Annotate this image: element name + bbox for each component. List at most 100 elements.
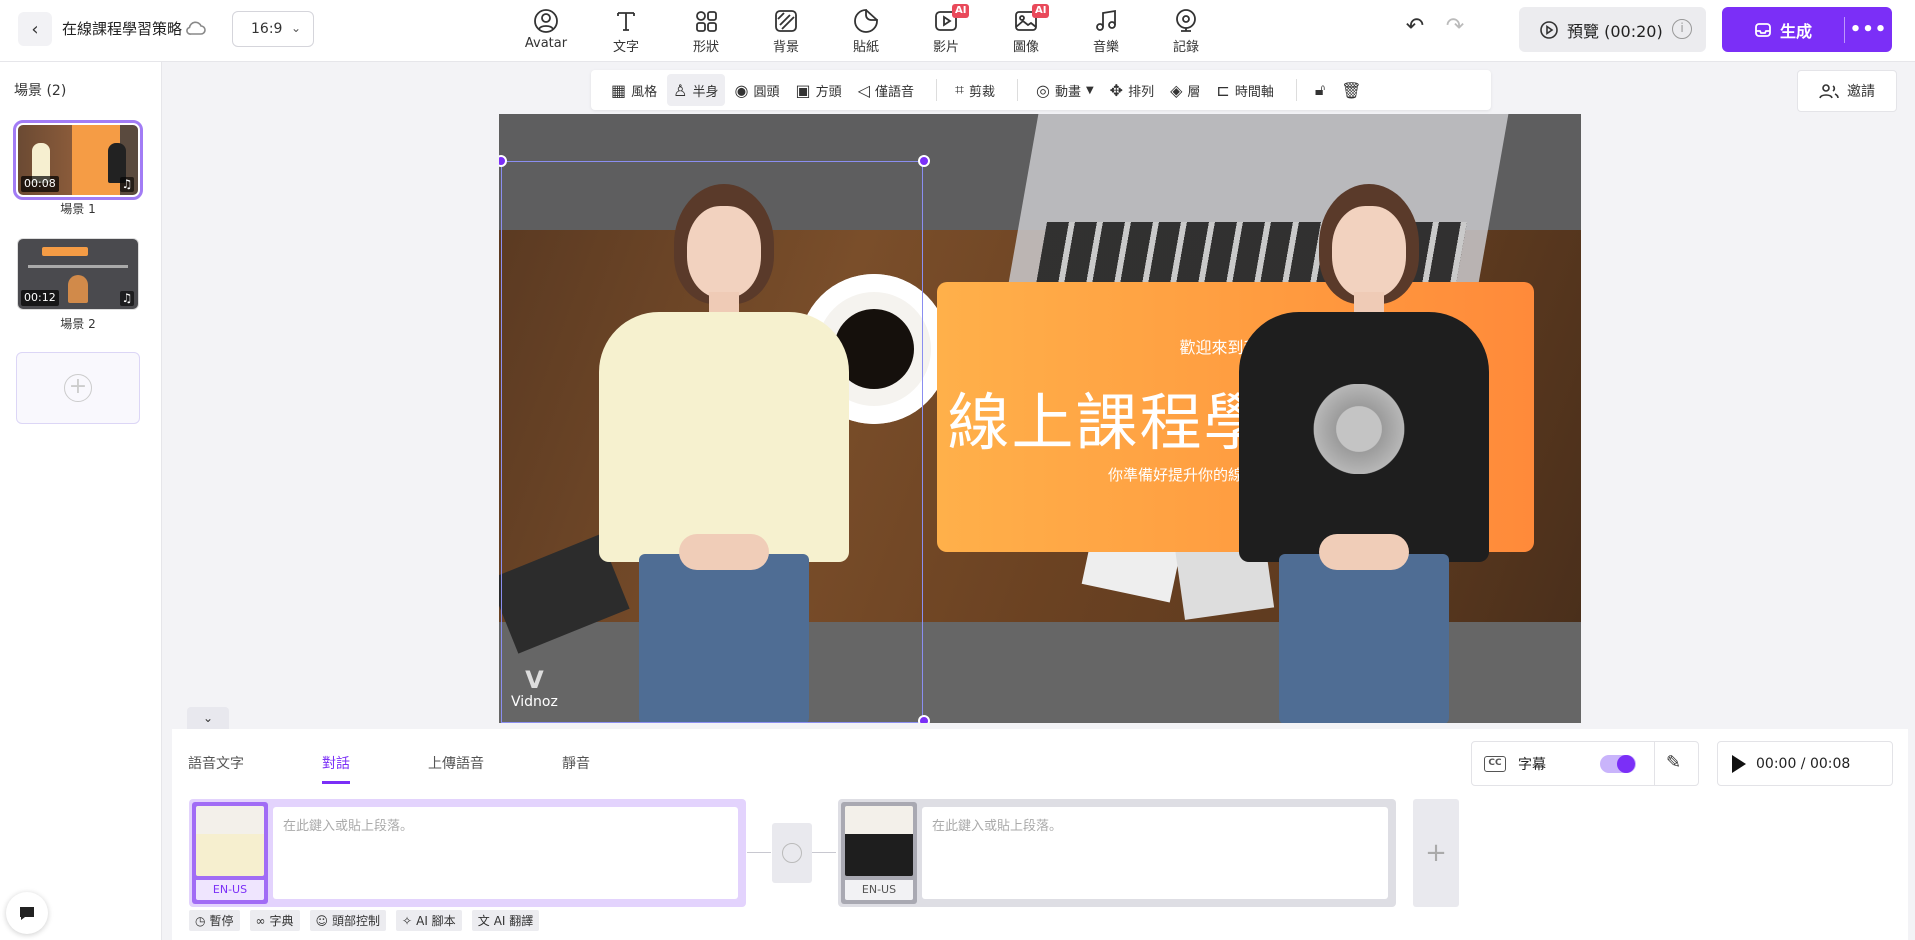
toolbar-label: 風格 — [631, 84, 658, 100]
ai-badge: AI — [952, 4, 970, 18]
toolbar-round-head[interactable]: ◉ 圓頭 — [729, 74, 786, 106]
aspect-ratio-select[interactable]: 16:9 ⌄ — [232, 11, 314, 47]
logo-mark: V — [525, 666, 544, 694]
avatar-thumbnail — [196, 806, 264, 876]
collapse-panel-button[interactable]: ⌄ — [187, 707, 229, 729]
tool-label: 圖像 — [1012, 40, 1039, 55]
tool-background[interactable]: 背景 — [746, 4, 826, 56]
tool-label: 記錄 — [1172, 40, 1199, 55]
toolbar-half-body[interactable]: ♙ 半身 — [667, 74, 725, 106]
tool-shapes[interactable]: 形狀 — [666, 4, 746, 56]
tab-voice-text[interactable]: 語音文字 — [188, 753, 244, 784]
toolbar-square-head[interactable]: ▣ 方頭 — [789, 74, 847, 106]
tool-text[interactable]: 文字 — [586, 4, 666, 56]
back-button[interactable]: ‹ — [18, 12, 52, 46]
avatar-voice-selector[interactable]: EN-US — [192, 802, 268, 904]
chip-label: 暫停 — [209, 914, 234, 928]
add-segment-button[interactable]: + — [1413, 799, 1459, 907]
ai-script-chip[interactable]: ✧ AI 腳本 — [396, 910, 462, 931]
toolbar-voice-only[interactable]: ◁ 僅語音 — [852, 74, 920, 106]
avatar-jeans — [1279, 554, 1449, 723]
speaker-icon: ◁ — [857, 80, 870, 100]
tab-upload-voice[interactable]: 上傳語音 — [428, 753, 484, 784]
redo-icon[interactable]: ↷ — [1440, 14, 1470, 44]
add-scene-button[interactable]: + — [16, 352, 140, 424]
more-options-icon[interactable]: ••• — [1845, 19, 1892, 40]
tool-video[interactable]: AI 影片 — [906, 4, 986, 56]
magic-pin-icon[interactable]: ✎ — [1666, 752, 1681, 773]
trash-icon[interactable]: 🗑︎ — [1335, 74, 1367, 106]
round-head-icon: ◉ — [734, 80, 749, 100]
tool-label: Avatar — [524, 36, 568, 51]
chip-label: 頭部控制 — [332, 914, 381, 928]
scene-duration: 00:08 — [21, 176, 59, 192]
subtitle-toggle[interactable] — [1600, 755, 1636, 773]
avatar-voice-selector[interactable]: EN-US — [841, 802, 917, 904]
divider — [1654, 742, 1655, 785]
play-icon — [1732, 754, 1746, 773]
info-icon[interactable]: i — [1672, 19, 1692, 39]
project-title[interactable]: 在線課程學習策略 — [62, 18, 182, 39]
play-button[interactable]: 00:00 / 00:08 — [1717, 741, 1893, 786]
shirt-lace-pattern — [1299, 384, 1419, 474]
scene-label: 場景 1 — [60, 202, 96, 216]
toolbar-timeline[interactable]: ⊏ 時間軸 — [1210, 74, 1279, 106]
tool-record[interactable]: 記錄 — [1146, 4, 1226, 56]
translate-icon: 文 — [477, 914, 490, 928]
insert-toolbar: Avatar 文字 形狀 背景 貼紙 AI 影片 AI 圖像 音樂 記錄 — [506, 4, 1226, 56]
insert-pause-button[interactable] — [772, 823, 812, 883]
play-circle-icon — [1540, 20, 1558, 39]
script-textarea[interactable]: 在此鍵入或貼上段落。 — [922, 807, 1388, 899]
ai-translate-chip[interactable]: 文 AI 翻譯 — [471, 910, 540, 931]
subtitle-control: CC 字幕 ✎ — [1471, 741, 1699, 786]
voice-locale: EN-US — [845, 880, 913, 900]
tool-sticker[interactable]: 貼紙 — [826, 4, 906, 56]
glasses-icon: ∞ — [255, 913, 266, 928]
pause-chip[interactable]: ◷ 暫停 — [189, 910, 240, 931]
half-body-icon: ♙ — [673, 80, 688, 100]
layers-icon: ◈ — [1170, 80, 1183, 100]
canvas-toolbar: ▦ 風格 ♙ 半身 ◉ 圓頭 ▣ 方頭 ◁ 僅語音 ⌗ 剪裁 ◎ 動畫 ▼ ✥ 排列 ◈ 層 ⊏ 時間… — [591, 70, 1491, 110]
cloud-sync-icon — [186, 21, 206, 35]
resize-handle[interactable] — [918, 715, 930, 723]
logo-text: Vidnoz — [511, 694, 558, 710]
chat-support-icon[interactable] — [6, 892, 48, 934]
animation-icon: ◎ — [1035, 80, 1050, 100]
scene-thumbnail-2[interactable]: 00:12 ♫ — [17, 238, 139, 310]
toolbar-style[interactable]: ▦ 風格 — [605, 74, 663, 106]
avatar-right[interactable] — [1209, 184, 1519, 723]
dialogue-segment[interactable]: EN-US 在此鍵入或貼上段落。 — [189, 799, 746, 907]
preview-button[interactable]: 預覽 (00:20) i — [1519, 7, 1706, 52]
vidnoz-logo: V Vidnoz — [511, 666, 558, 710]
head-control-chip[interactable]: ☺ 頭部控制 — [309, 910, 387, 931]
dictionary-chip[interactable]: ∞ 字典 — [249, 910, 300, 931]
shapes-icon — [696, 11, 717, 32]
tool-image[interactable]: AI 圖像 — [986, 4, 1066, 56]
tab-dialogue[interactable]: 對話 — [322, 753, 350, 784]
scene-thumbnail-1[interactable]: 00:08 ♫ — [13, 120, 143, 200]
lock-icon[interactable]: 🔓︎ — [1309, 74, 1331, 106]
invite-button[interactable]: 邀請 — [1797, 70, 1897, 112]
music-note-icon: ♫ — [120, 177, 134, 192]
caret-down-icon: ▼ — [1085, 84, 1094, 96]
video-canvas[interactable]: 歡迎來到我們的 線上課程學習策略。 你準備好提升你的線上學習旅程了嗎？ V Vi… — [499, 114, 1581, 723]
crop-icon: ⌗ — [954, 80, 964, 99]
generate-button[interactable]: 生成 ••• — [1722, 7, 1892, 52]
tool-music[interactable]: 音樂 — [1066, 4, 1146, 56]
tab-mute[interactable]: 靜音 — [562, 753, 590, 784]
script-tabs: 語音文字 對話 上傳語音 靜音 — [188, 753, 668, 784]
toolbar-label: 半身 — [692, 84, 719, 100]
resize-handle[interactable] — [918, 155, 930, 167]
toolbar-layer[interactable]: ◈ 層 — [1164, 74, 1206, 106]
toolbar-animation[interactable]: ◎ 動畫 ▼ — [1030, 74, 1100, 106]
scene-duration: 00:12 — [21, 290, 59, 306]
toolbar-arrange[interactable]: ✥ 排列 — [1104, 74, 1160, 106]
undo-icon[interactable]: ↶ — [1400, 14, 1430, 44]
clock-icon: ◷ — [195, 913, 206, 928]
toolbar-label: 時間軸 — [1234, 84, 1274, 100]
script-textarea[interactable]: 在此鍵入或貼上段落。 — [273, 807, 738, 899]
tool-avatar[interactable]: Avatar — [506, 4, 586, 56]
tool-label: 影片 — [932, 40, 959, 55]
dialogue-segment[interactable]: EN-US 在此鍵入或貼上段落。 — [838, 799, 1396, 907]
toolbar-crop[interactable]: ⌗ 剪裁 — [949, 74, 1001, 106]
